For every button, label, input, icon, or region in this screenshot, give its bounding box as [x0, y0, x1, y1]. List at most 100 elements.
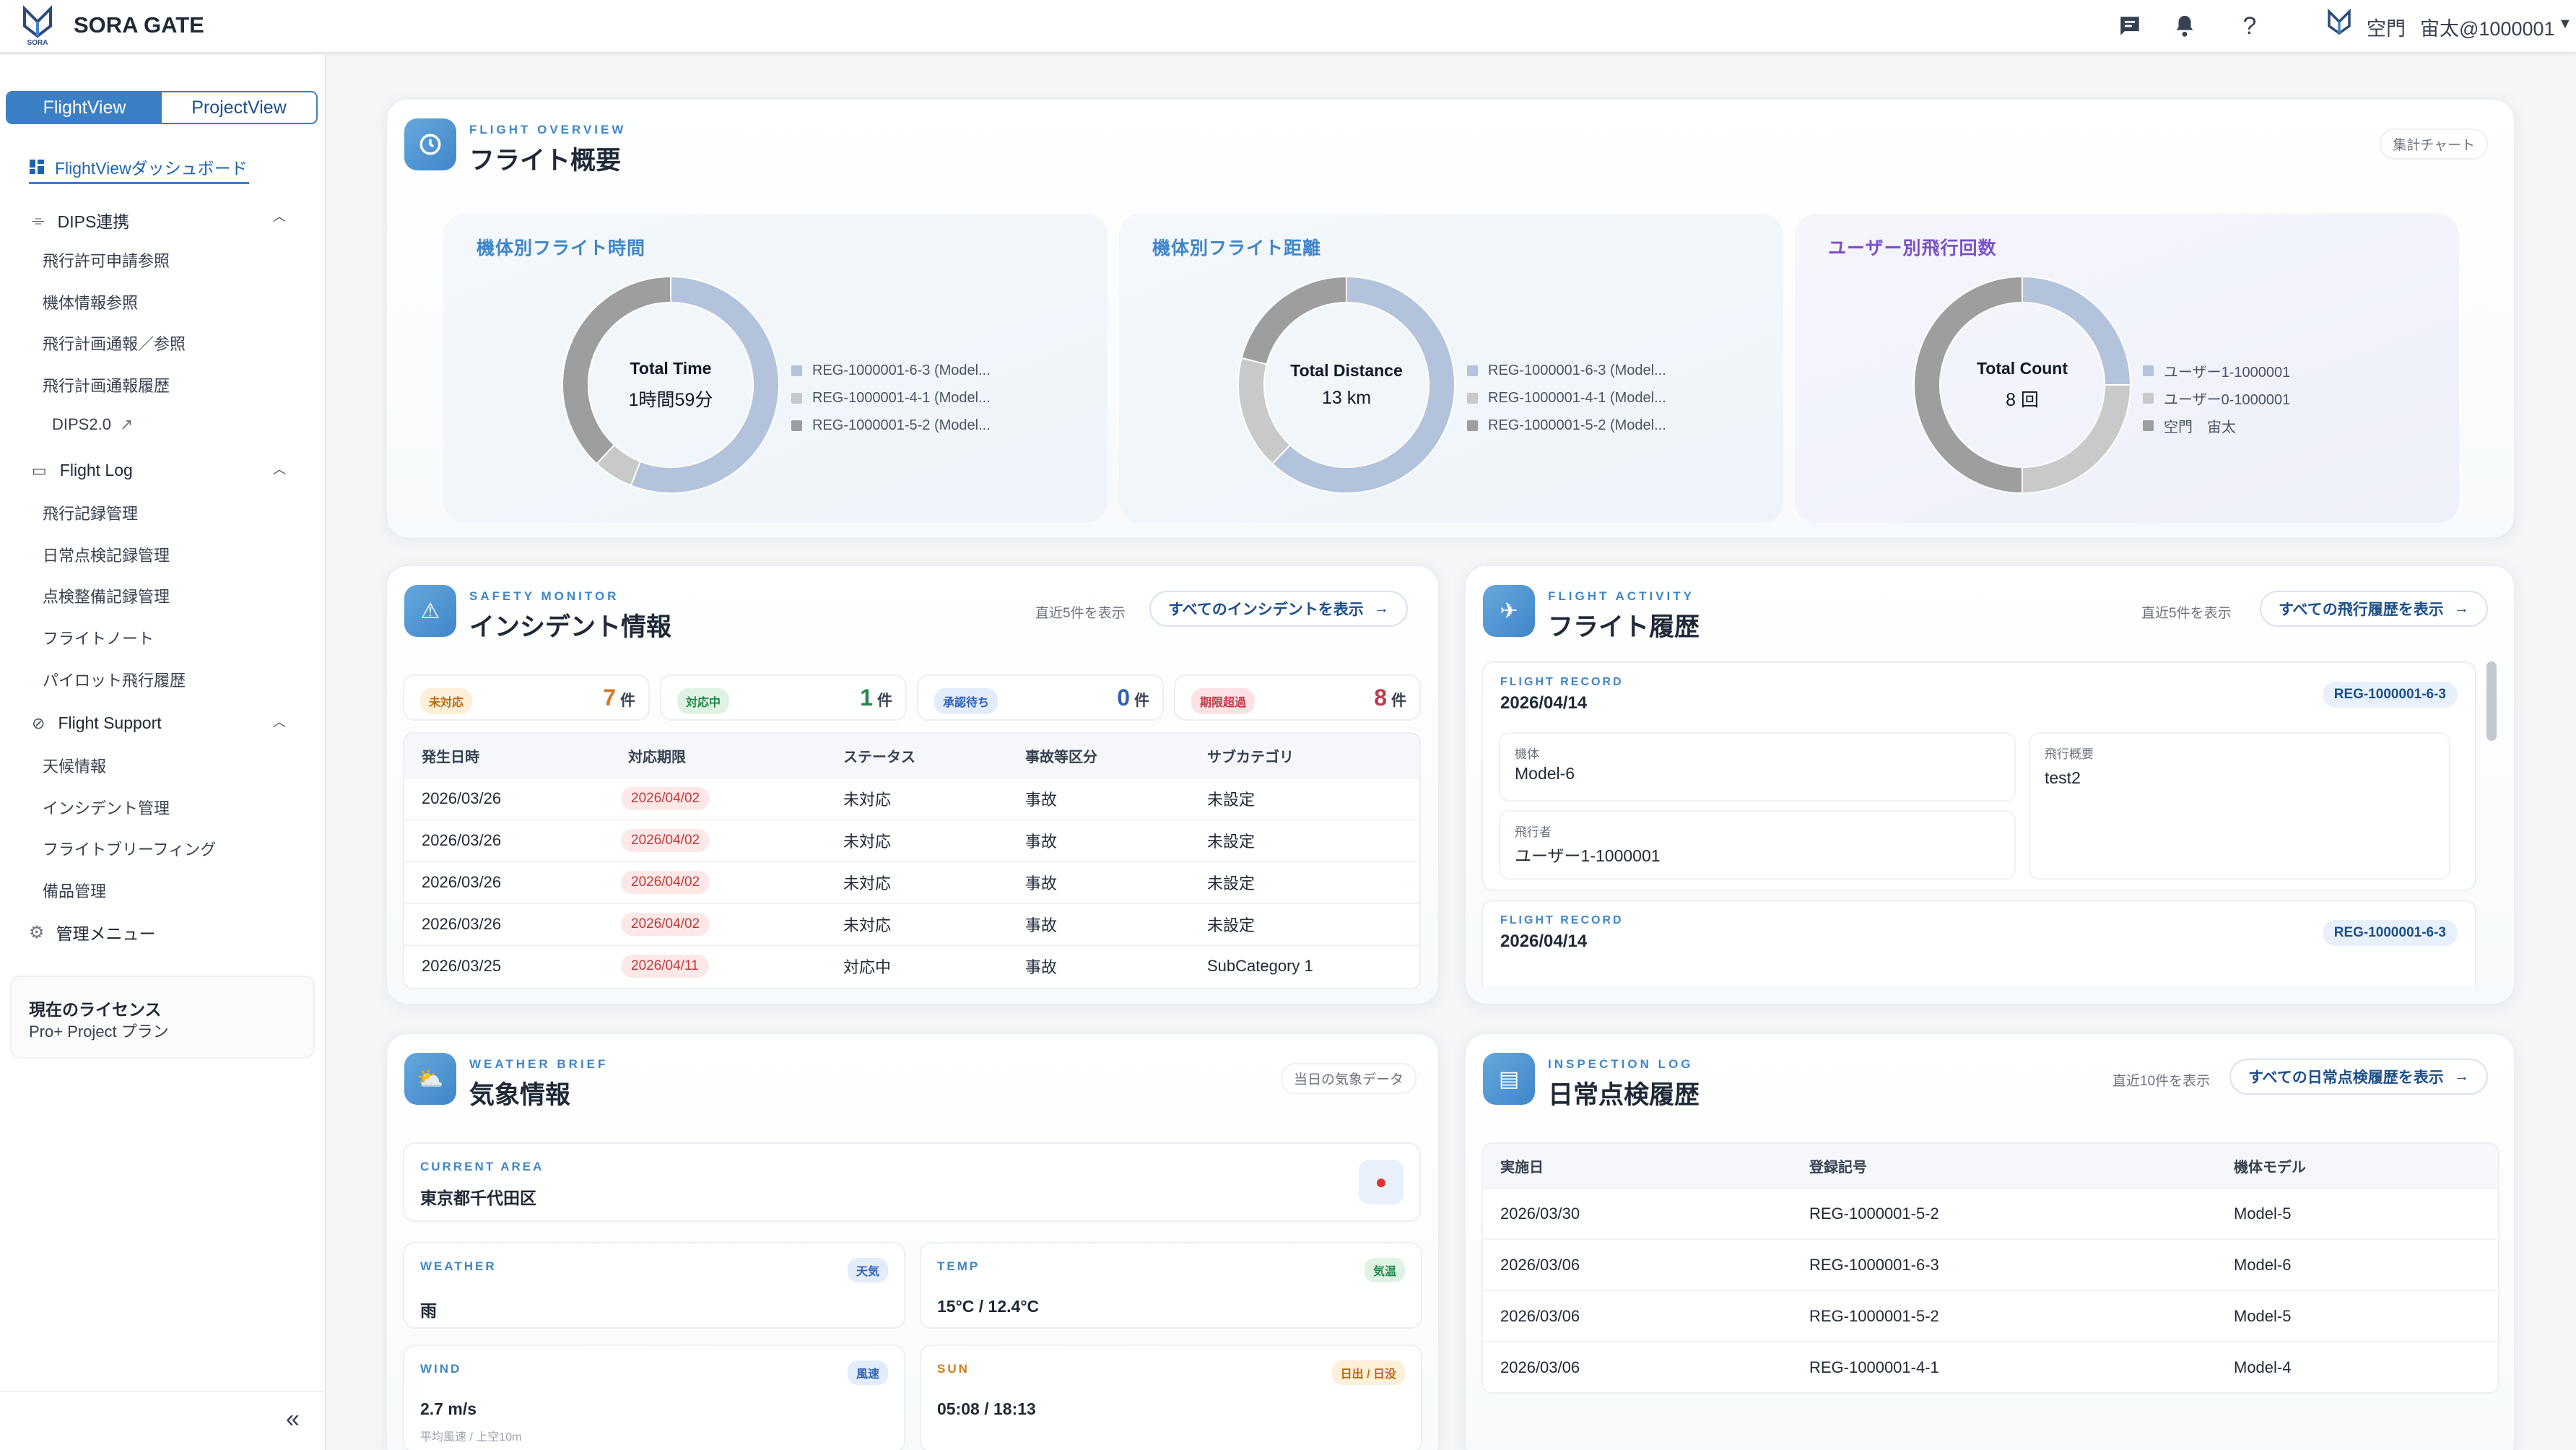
cell-model: Model-5 — [2234, 1204, 2292, 1223]
cell-reg: REG-1000001-4-1 — [1809, 1358, 1939, 1376]
view-all-incidents-button[interactable]: すべてのインシデントを表示 → — [1149, 591, 1408, 627]
help-icon[interactable]: ? — [2234, 10, 2266, 42]
collapse-sidebar-icon[interactable]: « — [286, 1405, 300, 1433]
sidebar-item-flight-plan-history[interactable]: 飛行計画通報履歴 — [43, 373, 170, 396]
sidebar-item-flight-records[interactable]: 飛行記録管理 — [43, 501, 138, 524]
column-header: サブカテゴリ — [1207, 749, 1294, 765]
cell-category: 事故 — [1025, 833, 1058, 851]
donut-center-value: 13 km — [1321, 388, 1372, 408]
sidebar-item-admin[interactable]: ⚙ 管理メニュー — [29, 920, 156, 945]
stat-unhandled[interactable]: 未対応 7件 — [403, 674, 650, 721]
location-pin-icon[interactable]: ● — [1359, 1160, 1404, 1204]
arrow-right-icon: → — [1373, 600, 1389, 617]
chat-icon[interactable] — [2114, 10, 2146, 42]
external-link-icon: ↗ — [120, 415, 134, 433]
sora-gate-logo[interactable]: SORA — [19, 4, 56, 48]
sidebar-item-dips2[interactable]: DIPS2.0 ↗ — [52, 415, 134, 434]
sidebar-item-label: FlightViewダッシュボード — [55, 159, 248, 178]
table-row[interactable]: 2026/03/06 REG-1000001-5-2 Model-5 — [1483, 1290, 2498, 1341]
table-row[interactable]: 2026/03/26 2026/04/02 未対応 事故 未設定 — [404, 903, 1419, 945]
view-all-flights-button[interactable]: すべての飛行履歴を表示 → — [2260, 591, 2488, 627]
legend-swatch — [791, 420, 802, 431]
sidebar-item-briefing[interactable]: フライトブリーフィング — [43, 837, 216, 860]
legend-item[interactable]: 空門 宙太 — [2143, 412, 2290, 439]
cell-date: 2026/03/30 — [1500, 1204, 1580, 1223]
bell-icon[interactable] — [2169, 10, 2201, 42]
legend-item[interactable]: REG-1000001-5-2 (Model... — [1467, 412, 1666, 439]
cell-date: 2026/03/25 — [422, 957, 502, 975]
legend-label: ユーザー0-1000001 — [2164, 391, 2291, 408]
cell-date: 2026/03/06 — [1500, 1306, 1580, 1325]
flight-record-card[interactable]: FLIGHT RECORD 2026/04/14 REG-1000001-6-3 — [1481, 900, 2476, 986]
panel-tag: 集計チャート — [2380, 129, 2488, 160]
warning-icon: ⚠ — [404, 585, 456, 637]
stat-value: 8 — [1374, 685, 1387, 711]
partly-cloudy-icon: ⛅ — [404, 1053, 456, 1105]
cell-subcategory: 未設定 — [1207, 874, 1256, 893]
table-row[interactable]: 2026/03/06 REG-1000001-4-1 Model-4 — [1483, 1341, 2498, 1392]
sidebar-item-pilot-history[interactable]: パイロット飛行履歴 — [43, 668, 186, 691]
table-row[interactable]: 2026/03/30 REG-1000001-5-2 Model-5 — [1483, 1187, 2498, 1238]
sidebar-group-flight-support[interactable]: ⊘ Flight Support — [32, 713, 162, 733]
sidebar-item-equipment[interactable]: 備品管理 — [43, 879, 106, 902]
legend-label: 空門 宙太 — [2164, 419, 2236, 435]
cell-status: 未対応 — [843, 833, 892, 851]
table-row[interactable]: 2026/03/26 2026/04/02 未対応 事故 未設定 — [404, 819, 1419, 861]
dashboard-icon — [30, 160, 44, 174]
cell-due-badge: 2026/04/02 — [621, 787, 710, 810]
user-name[interactable]: 空門 — [2367, 13, 2406, 41]
view-all-inspections-button[interactable]: すべての日常点検履歴を表示 → — [2229, 1059, 2488, 1095]
chevron-up-icon[interactable]: ︿ — [273, 207, 286, 225]
legend-item[interactable]: REG-1000001-4-1 (Model... — [1467, 384, 1666, 412]
card-key: WIND — [420, 1362, 462, 1376]
legend-label: REG-1000001-5-2 (Model... — [812, 417, 991, 433]
user-menu-caret-icon[interactable]: ▼ — [2558, 16, 2572, 32]
legend-swatch — [791, 365, 802, 376]
legend-item[interactable]: REG-1000001-4-1 (Model... — [791, 384, 991, 412]
tab-projectview[interactable]: ProjectView — [162, 92, 316, 123]
chevron-up-icon[interactable]: ︿ — [273, 459, 286, 478]
sidebar-group-label: DIPS連携 — [57, 212, 130, 231]
legend-item[interactable]: REG-1000001-5-2 (Model... — [791, 412, 991, 439]
sidebar-group-flight-log[interactable]: ▭ Flight Log — [32, 461, 133, 480]
scrollbar-thumb[interactable] — [2486, 661, 2497, 741]
sidebar-item-daily-inspection[interactable]: 日常点検記録管理 — [43, 543, 170, 566]
table-row[interactable]: 2026/03/26 2026/04/02 未対応 事故 未設定 — [404, 777, 1419, 819]
legend-item[interactable]: REG-1000001-6-3 (Model... — [1467, 357, 1666, 384]
chart-legend: REG-1000001-6-3 (Model... REG-1000001-4-… — [791, 357, 991, 439]
sidebar-item-dashboard[interactable]: FlightViewダッシュボード — [29, 155, 248, 179]
card-key: WEATHER — [420, 1259, 497, 1273]
sidebar-item-weather[interactable]: 天候情報 — [43, 754, 106, 777]
sidebar-item-maintenance[interactable]: 点検整備記録管理 — [43, 584, 170, 607]
stat-pending-approval[interactable]: 承認待ち 0件 — [917, 674, 1164, 721]
tab-flightview[interactable]: FlightView — [7, 92, 162, 123]
stat-overdue[interactable]: 期限超過 8件 — [1174, 674, 1421, 721]
chevron-up-icon[interactable]: ︿ — [273, 712, 286, 731]
license-plan: Pro+ Project プラン — [29, 1023, 169, 1041]
cell-status: 未対応 — [843, 916, 892, 934]
flight-record-card[interactable]: FLIGHT RECORD 2026/04/14 REG-1000001-6-3… — [1481, 661, 2476, 891]
sidebar-group-dips[interactable]: ⌯ DIPS連携 — [32, 208, 129, 233]
sidebar-item-permit-ref[interactable]: 飛行許可申請参照 — [43, 248, 170, 272]
legend-swatch — [791, 392, 802, 404]
table-row[interactable]: 2026/03/26 2026/04/02 未対応 事故 未設定 — [404, 861, 1419, 903]
sidebar-item-flight-note[interactable]: フライトノート — [43, 626, 154, 649]
sidebar-item-flight-plan[interactable]: 飛行計画通報／参照 — [43, 331, 186, 355]
field-label: 飛行者 — [1515, 825, 1552, 839]
sidebar-item-incidents[interactable]: インシデント管理 — [43, 796, 170, 819]
legend-swatch — [1467, 392, 1478, 404]
user-id[interactable]: 宙太@1000001 — [2420, 13, 2555, 41]
legend-item[interactable]: ユーザー0-1000001 — [2143, 384, 2290, 412]
cell-subcategory: 未設定 — [1207, 916, 1256, 934]
sun-card: SUN 日出 / 日没 05:08 / 18:13 — [920, 1345, 1422, 1450]
stat-count: 0件 — [1117, 685, 1149, 711]
table-row[interactable]: 2026/03/25 2026/04/11 対応中 事故 SubCategory… — [404, 945, 1419, 986]
table-row[interactable]: 2026/03/06 REG-1000001-6-3 Model-6 — [1483, 1238, 2498, 1290]
panel-tag: 当日の気象データ — [1280, 1063, 1417, 1094]
legend-item[interactable]: ユーザー1-1000001 — [2143, 357, 2290, 384]
donut-center: Total Time 1時間59分 — [559, 273, 783, 497]
stat-in-progress[interactable]: 対応中 1件 — [660, 674, 907, 721]
legend-item[interactable]: REG-1000001-6-3 (Model... — [791, 357, 991, 384]
sidebar-item-aircraft-ref[interactable]: 機体情報参照 — [43, 290, 138, 313]
user-avatar-icon[interactable] — [2325, 9, 2354, 40]
